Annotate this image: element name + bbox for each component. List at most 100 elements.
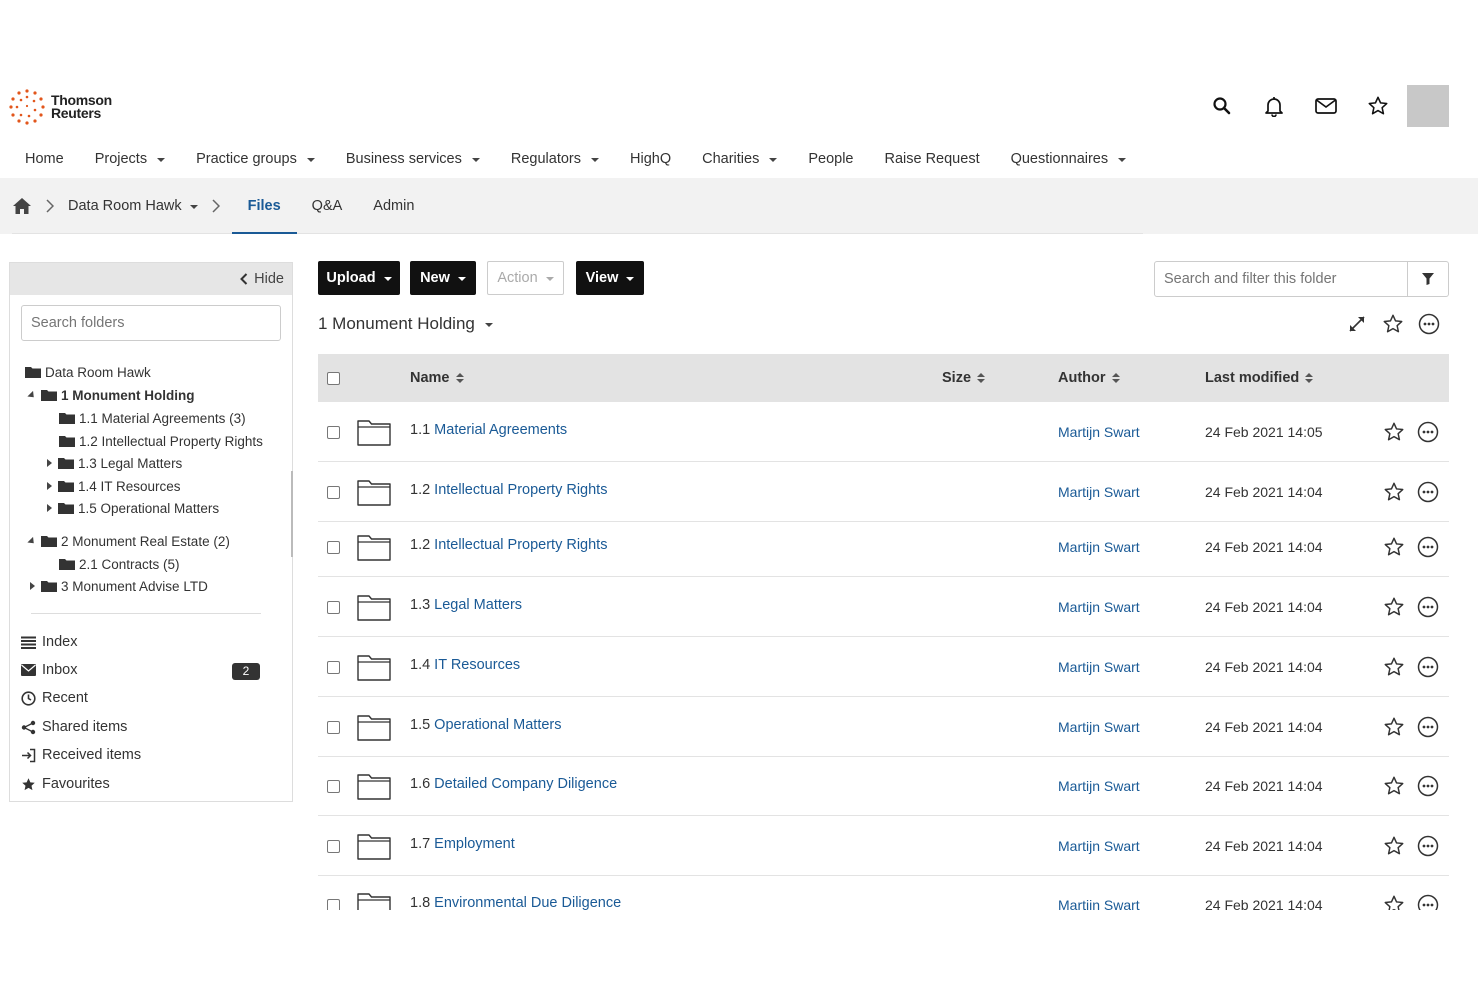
row-star-icon[interactable] [1383,596,1405,618]
row-more-options-icon[interactable] [1417,716,1439,738]
sidebar-item-index[interactable]: Index [21,632,77,652]
row-more-options-icon[interactable] [1417,481,1439,503]
row-star-icon[interactable] [1383,775,1405,797]
nav-questionnaires[interactable]: Questionnaires [995,151,1142,167]
tab-qa[interactable]: Q&A [312,178,343,234]
search-icon[interactable] [1208,92,1236,120]
table-row[interactable]: 1.3 Legal Matters Martijn Swart 24 Feb 2021… [318,577,1449,637]
new-button[interactable]: New [410,261,476,295]
user-avatar[interactable] [1407,85,1449,127]
nav-home[interactable]: Home [0,151,79,167]
column-size[interactable]: Size [942,354,986,402]
tree-item-legal-matters[interactable]: 1.3 Legal Matters [44,453,182,473]
row-star-icon[interactable] [1383,481,1405,503]
tree-item-monument-advise[interactable]: 3 Monument Advise LTD [27,576,208,596]
bell-icon[interactable] [1260,92,1288,120]
expand-toggle-icon[interactable] [44,459,54,467]
row-more-options-icon[interactable] [1417,835,1439,857]
sidebar-item-recent[interactable]: Recent [21,688,88,708]
action-button[interactable]: Action [487,261,564,295]
row-author-link[interactable]: Martijn Swart [1058,659,1140,675]
more-options-icon[interactable] [1418,313,1440,335]
row-author-link[interactable]: Martijn Swart [1058,778,1140,794]
sidebar-item-inbox[interactable]: Inbox [21,660,77,680]
row-folder-link[interactable]: Material Agreements [434,422,567,438]
table-row[interactable]: 1.2 Intellectual Property Rights Martijn S… [318,517,1449,577]
filter-folder-input[interactable] [1155,262,1407,296]
column-last-modified[interactable]: Last modified [1205,354,1314,402]
row-checkbox[interactable] [327,485,340,499]
row-folder-link[interactable]: Intellectual Property Rights [434,482,607,498]
row-folder-link[interactable]: Environmental Due Diligence [434,895,621,910]
sidebar-item-shared[interactable]: Shared items [21,717,127,737]
favourite-folder-star-icon[interactable] [1382,313,1404,335]
row-author-link[interactable]: Martijn Swart [1058,838,1140,854]
table-row[interactable]: 1.1 Material Agreements Martijn Swart 24 Fe… [318,402,1449,462]
home-icon[interactable] [12,197,32,215]
search-folders-input[interactable] [21,305,281,341]
row-author-link[interactable]: Martijn Swart [1058,484,1140,500]
row-folder-link[interactable]: Intellectual Property Rights [434,537,607,553]
row-author-link[interactable]: Martijn Swart [1058,424,1140,440]
table-row[interactable]: 1.4 IT Resources Martijn Swart 24 Feb 2021 … [318,637,1449,697]
tab-files[interactable]: Files [231,178,297,234]
row-star-icon[interactable] [1383,421,1405,443]
row-more-options-icon[interactable] [1417,421,1439,443]
row-more-options-icon[interactable] [1417,894,1439,910]
hide-sidebar-button[interactable]: Hide [240,271,284,287]
expand-toggle-icon[interactable] [44,482,54,490]
row-more-options-icon[interactable] [1417,536,1439,558]
row-checkbox[interactable] [327,779,340,793]
table-row[interactable]: 1.6 Detailed Company Diligence Martijn Swa… [318,756,1449,816]
row-author-link[interactable]: Martijn Swart [1058,719,1140,735]
table-row[interactable]: 1.5 Operational Matters Martijn Swart 24 Fe… [318,697,1449,757]
nav-highq[interactable]: HighQ [615,151,687,167]
tree-scrollbar[interactable] [291,471,293,557]
mail-icon[interactable] [1312,92,1340,120]
row-author-link[interactable]: Martijn Swart [1058,897,1140,910]
nav-charities[interactable]: Charities [687,151,793,167]
expand-toggle-icon[interactable] [27,536,37,546]
tree-item-monument-holding[interactable]: 1 Monument Holding [27,385,194,405]
nav-business-services[interactable]: Business services [330,151,495,167]
expand-toggle-icon[interactable] [27,390,37,400]
row-checkbox[interactable] [327,660,340,674]
nav-regulators[interactable]: Regulators [495,151,614,167]
row-checkbox[interactable] [327,600,340,614]
row-more-options-icon[interactable] [1417,656,1439,678]
row-more-options-icon[interactable] [1417,596,1439,618]
table-row[interactable]: 1.2 Intellectual Property Rights Martijn S… [318,462,1449,522]
table-row[interactable]: 1.8 Environmental Due Diligence Martijn Sw… [318,875,1449,910]
expand-toggle-icon[interactable] [27,582,37,590]
row-star-icon[interactable] [1383,835,1405,857]
select-all-checkbox[interactable] [327,371,340,385]
nav-practice-groups[interactable]: Practice groups [181,151,331,167]
filter-button[interactable] [1407,262,1448,296]
row-folder-link[interactable]: Legal Matters [434,597,522,613]
current-folder-title[interactable]: 1 Monument Holding [318,314,493,334]
tree-item-intellectual-property[interactable]: 1.2 Intellectual Property Rights [59,431,263,451]
row-checkbox[interactable] [327,839,340,853]
nav-people[interactable]: People [793,151,869,167]
row-folder-link[interactable]: Operational Matters [434,717,561,733]
row-checkbox[interactable] [327,898,340,910]
table-row[interactable]: 1.7 Employment Martijn Swart 24 Feb 2021 14… [318,816,1449,876]
sidebar-item-favourites[interactable]: Favourites [21,774,110,794]
row-star-icon[interactable] [1383,716,1405,738]
nav-raise-request[interactable]: Raise Request [869,151,995,167]
row-star-icon[interactable] [1383,656,1405,678]
expand-toggle-icon[interactable] [44,504,54,512]
tab-admin[interactable]: Admin [373,178,414,234]
column-name[interactable]: Name [410,354,464,402]
tree-item-monument-real-estate[interactable]: 2 Monument Real Estate (2) [27,531,230,551]
row-author-link[interactable]: Martijn Swart [1058,539,1140,555]
row-more-options-icon[interactable] [1417,775,1439,797]
sidebar-item-received[interactable]: Received items [21,745,141,765]
brand-logo[interactable]: Thomson Reuters [8,88,112,126]
row-checkbox[interactable] [327,540,340,554]
view-button[interactable]: View [576,261,644,295]
tree-item-it-resources[interactable]: 1.4 IT Resources [44,476,181,496]
row-checkbox[interactable] [327,425,340,439]
breadcrumb-site[interactable]: Data Room Hawk [68,198,198,214]
tree-item-data-room-hawk[interactable]: Data Room Hawk [25,362,151,382]
